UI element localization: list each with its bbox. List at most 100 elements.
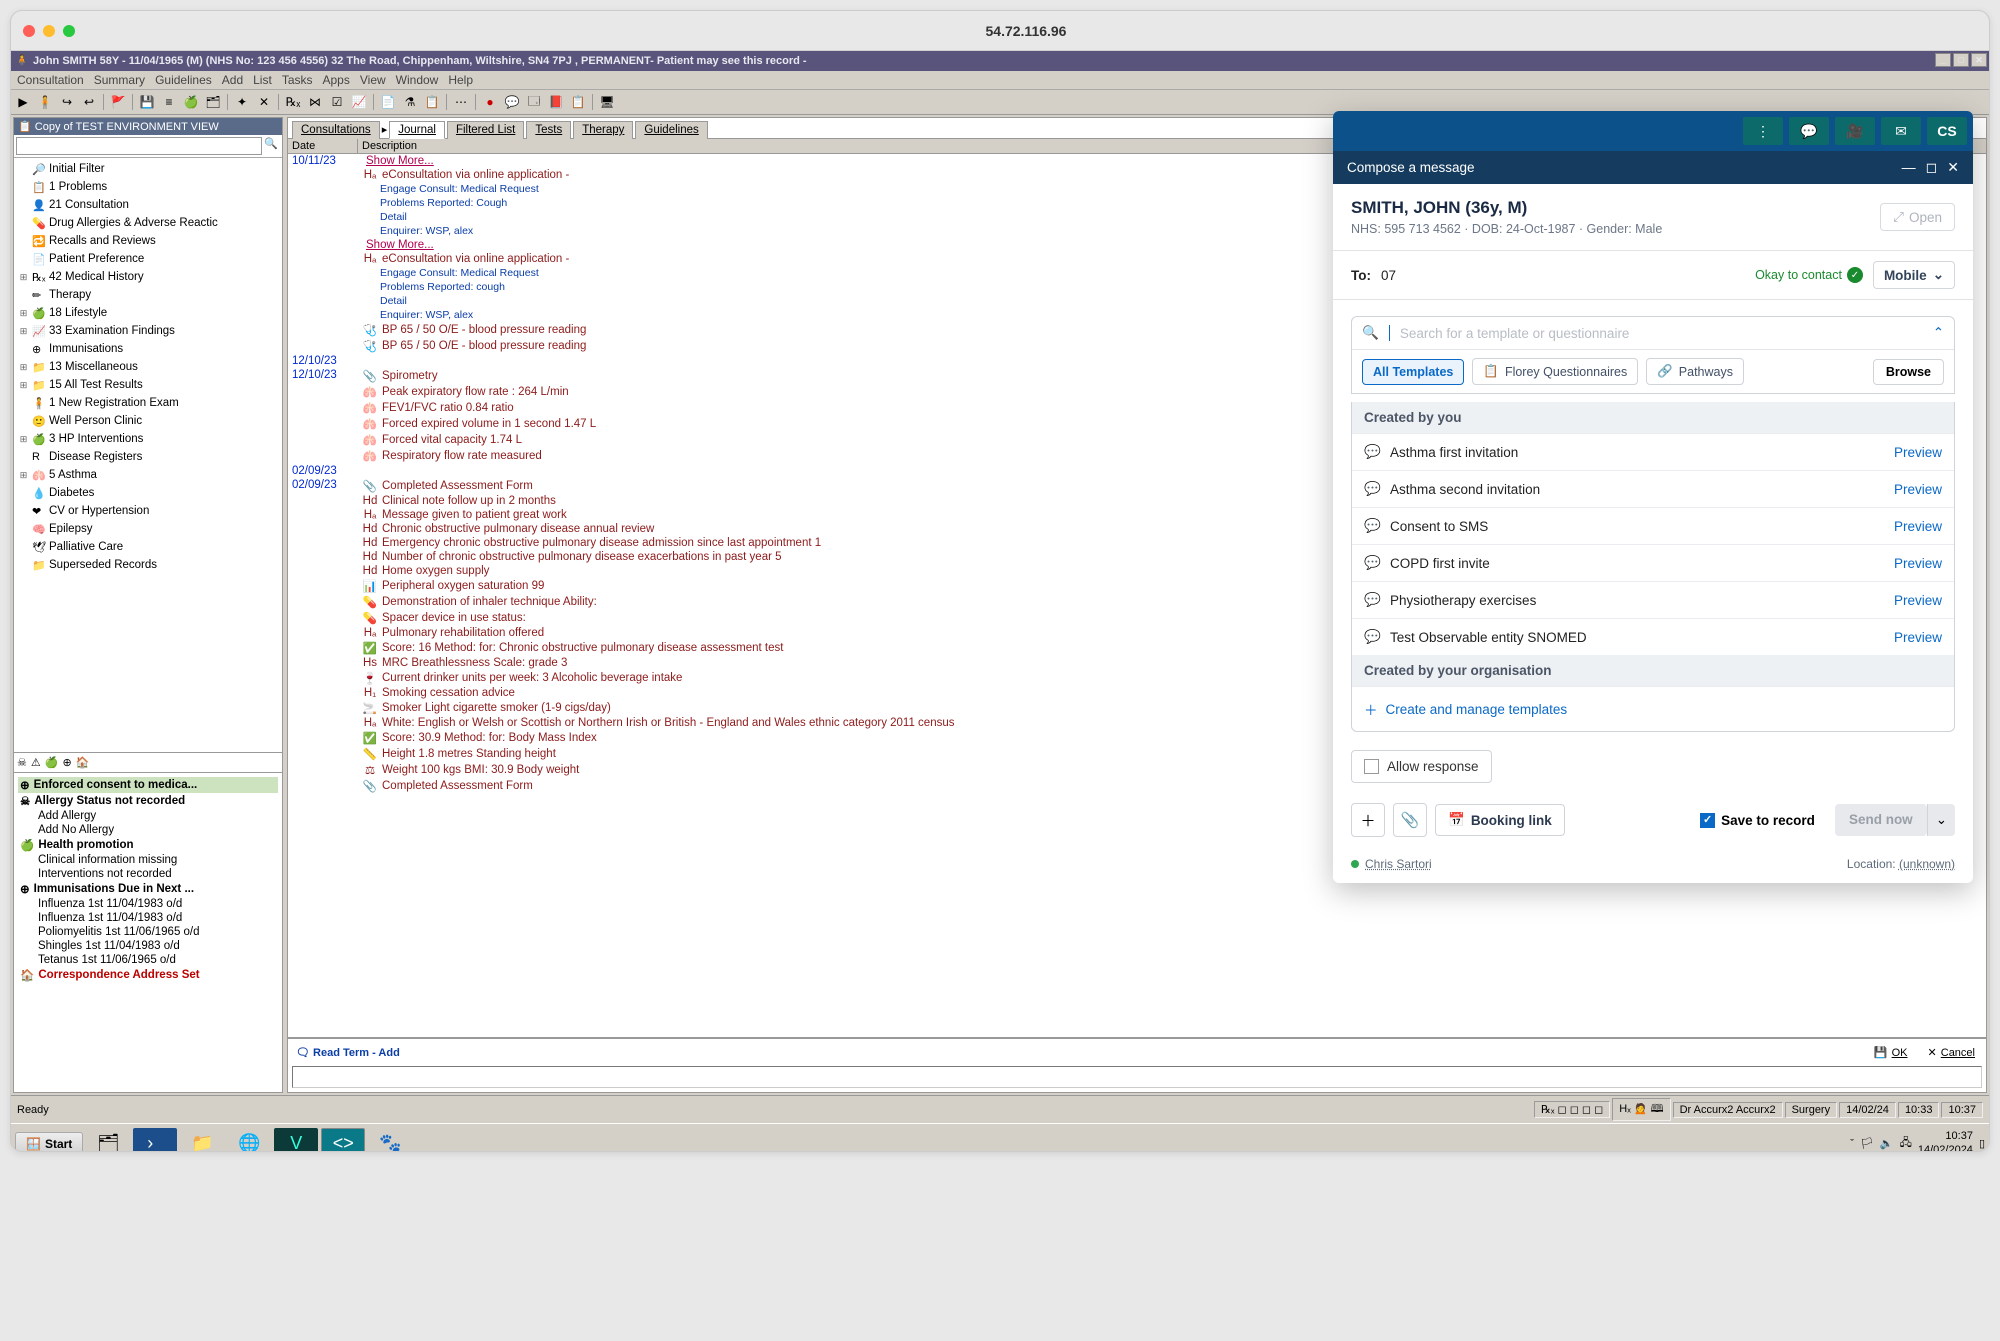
show-more[interactable]: Show More... xyxy=(362,239,434,251)
start-button[interactable]: 🪟 Start xyxy=(15,1132,83,1153)
mac-close[interactable] xyxy=(23,25,35,37)
template-search[interactable] xyxy=(1400,326,1923,341)
cancel-button[interactable]: ✕ Cancel xyxy=(1921,1043,1982,1062)
compose-min[interactable]: — xyxy=(1902,159,1916,176)
imm-row-5[interactable]: Tetanus 1st 11/06/1965 o/d xyxy=(18,953,278,967)
menu-apps[interactable]: Apps xyxy=(323,73,350,87)
tree-item[interactable]: ⊕Immunisations xyxy=(16,340,280,358)
filter-skull-icon[interactable]: ☠ xyxy=(17,756,27,769)
tree-item[interactable]: 👤21 Consultation xyxy=(16,196,280,214)
template-item[interactable]: 💬COPD first invitePreview xyxy=(1352,544,1954,581)
attach-button[interactable]: 📎 xyxy=(1393,803,1427,837)
readterm-input[interactable] xyxy=(292,1066,1982,1088)
tb-card[interactable]: 🗂 xyxy=(203,92,223,112)
filter-warning-icon[interactable]: ⚠ xyxy=(31,756,41,769)
tb-in[interactable]: ↪ xyxy=(57,92,77,112)
tb-flag[interactable]: 🚩 xyxy=(108,92,128,112)
tb-out[interactable]: ↩ xyxy=(79,92,99,112)
contact-method-dd[interactable]: Mobile ⌄ xyxy=(1873,261,1955,289)
chevron-up-icon[interactable]: ⌃ xyxy=(1933,325,1944,341)
tab-guidelines[interactable]: Guidelines xyxy=(635,121,707,139)
preview-link[interactable]: Preview xyxy=(1894,482,1942,497)
task-files[interactable]: 📁 xyxy=(180,1128,224,1153)
tray-clock[interactable]: 10:37 14/02/2024 xyxy=(1918,1130,1973,1152)
tab-all-templates[interactable]: All Templates xyxy=(1362,359,1464,385)
task-chrome[interactable]: 🌐 xyxy=(227,1128,271,1153)
filter-plus-icon[interactable]: ⊕ xyxy=(62,756,71,769)
tree-item[interactable]: 🧠Epilepsy xyxy=(16,520,280,538)
clinical-info-missing[interactable]: Clinical information missing xyxy=(18,853,278,867)
manage-templates[interactable]: ＋ Create and manage templates xyxy=(1352,686,1954,731)
tree-search[interactable] xyxy=(16,137,262,155)
template-item[interactable]: 💬Physiotherapy exercisesPreview xyxy=(1352,581,1954,618)
preview-link[interactable]: Preview xyxy=(1894,519,1942,534)
win-close[interactable]: ✕ xyxy=(1971,53,1987,67)
menu-view[interactable]: View xyxy=(360,73,386,87)
tree-item[interactable]: ⊞℞ₓ42 Medical History xyxy=(16,268,280,286)
menu-list[interactable]: List xyxy=(253,73,272,87)
send-now-button[interactable]: Send now xyxy=(1835,804,1927,836)
preview-link[interactable]: Preview xyxy=(1894,630,1942,645)
tree-item[interactable]: 🧍1 New Registration Exam xyxy=(16,394,280,412)
tab-tests[interactable]: Tests xyxy=(526,121,571,139)
imm-row-2[interactable]: Influenza 1st 11/04/1983 o/d xyxy=(18,911,278,925)
tb-save[interactable]: 💾 xyxy=(137,92,157,112)
search-icon[interactable]: 🔍 xyxy=(262,137,280,155)
tb-next[interactable]: ▶ xyxy=(13,92,33,112)
menu-add[interactable]: Add xyxy=(222,73,243,87)
tray-showdesk[interactable]: ▯ xyxy=(1979,1137,1985,1150)
add-button[interactable]: ＋ xyxy=(1351,803,1385,837)
location-link[interactable]: (unknown) xyxy=(1899,857,1955,871)
tab-florey[interactable]: 📋 Florey Questionnaires xyxy=(1472,358,1638,385)
top-chat-icon[interactable]: 💬 xyxy=(1789,117,1829,145)
tab-pathways[interactable]: 🔗 Pathways xyxy=(1646,358,1744,385)
tab-journal[interactable]: Journal xyxy=(389,121,445,139)
tb-book[interactable]: 📕 xyxy=(546,92,566,112)
tree-item[interactable]: ⊞📁15 All Test Results xyxy=(16,376,280,394)
mac-min[interactable] xyxy=(43,25,55,37)
tree-item[interactable]: 🔁Recalls and Reviews xyxy=(16,232,280,250)
allow-checkbox[interactable] xyxy=(1364,759,1379,774)
menu-tasks[interactable]: Tasks xyxy=(282,73,313,87)
tree-item[interactable]: 📄Patient Preference xyxy=(16,250,280,268)
add-allergy[interactable]: Add Allergy xyxy=(18,809,278,823)
tree-item[interactable]: RDisease Registers xyxy=(16,448,280,466)
tb-chat[interactable]: 💬 xyxy=(502,92,522,112)
open-button[interactable]: ⤢ Open xyxy=(1880,203,1955,231)
tray-net-icon[interactable]: 🖧 xyxy=(1900,1134,1912,1152)
tab-filtered[interactable]: Filtered List xyxy=(447,121,524,139)
top-video-icon[interactable]: 🎥 xyxy=(1835,117,1875,145)
win-min[interactable]: _ xyxy=(1935,53,1951,67)
tb-task[interactable]: ☑ xyxy=(327,92,347,112)
tb-person[interactable]: 🧍 xyxy=(35,92,55,112)
tab-therapy[interactable]: Therapy xyxy=(573,121,633,139)
tree-item[interactable]: 🕊Palliative Care xyxy=(16,538,280,556)
task-code[interactable]: <> xyxy=(321,1128,365,1153)
tb-del[interactable]: ✕ xyxy=(254,92,274,112)
imm-row-3[interactable]: Poliomyelitis 1st 11/06/1965 o/d xyxy=(18,925,278,939)
tb-note[interactable]: 📋 xyxy=(422,92,442,112)
tree-item[interactable]: 🔎Initial Filter xyxy=(16,160,280,178)
template-item[interactable]: 💬Asthma second invitationPreview xyxy=(1352,470,1954,507)
tb-rx[interactable]: ℞ₓ xyxy=(283,92,303,112)
menu-guidelines[interactable]: Guidelines xyxy=(155,73,212,87)
imm-row-1[interactable]: Influenza 1st 11/04/1983 o/d xyxy=(18,897,278,911)
task-powershell[interactable]: ›_ xyxy=(133,1128,177,1153)
tree-item[interactable]: 📁Superseded Records xyxy=(16,556,280,574)
send-dropdown[interactable]: ⌄ xyxy=(1927,804,1955,836)
preview-link[interactable]: Preview xyxy=(1894,445,1942,460)
tb-rec[interactable]: ● xyxy=(480,92,500,112)
tray-chevron[interactable]: ˇ xyxy=(1850,1138,1854,1150)
tb-flask[interactable]: ⚗ xyxy=(400,92,420,112)
booking-button[interactable]: 📅 Booking link xyxy=(1435,804,1565,836)
top-menu-icon[interactable]: ⋮ xyxy=(1743,117,1783,145)
tree-item[interactable]: ⊞🍏3 HP Interventions xyxy=(16,430,280,448)
tb-screen[interactable]: 🖥 xyxy=(597,92,617,112)
ok-button[interactable]: 💾 OK xyxy=(1867,1043,1915,1062)
tray-flag-icon[interactable]: 🏳 xyxy=(1860,1137,1874,1150)
mac-max[interactable] xyxy=(63,25,75,37)
filter-apple-icon[interactable]: 🍏 xyxy=(45,756,59,769)
tree-item[interactable]: 💊Drug Allergies & Adverse Reactic xyxy=(16,214,280,232)
menu-consultation[interactable]: Consultation xyxy=(17,73,84,87)
tb-win[interactable]: 🗔 xyxy=(524,92,544,112)
